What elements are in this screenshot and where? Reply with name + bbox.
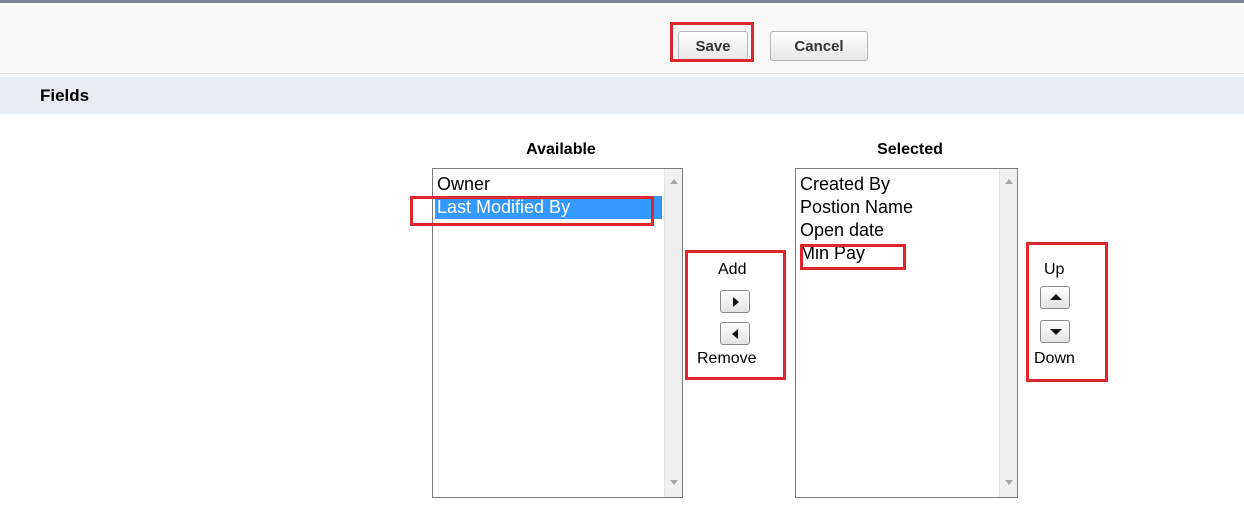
button-bar: Save Cancel [0, 3, 1244, 74]
scroll-up-arrow-icon[interactable] [1005, 179, 1013, 184]
triangle-right-icon [733, 297, 739, 307]
selected-title: Selected [877, 141, 943, 158]
scroll-up-arrow-icon[interactable] [670, 179, 678, 184]
cancel-button[interactable]: Cancel [770, 31, 868, 61]
scroll-down-arrow-icon[interactable] [1005, 480, 1013, 485]
available-scrollbar[interactable] [664, 169, 682, 497]
selected-scrollbar[interactable] [999, 169, 1017, 497]
available-title: Available [526, 141, 596, 158]
available-item-owner[interactable]: Owner [433, 173, 664, 196]
up-label: Up [1044, 261, 1065, 278]
selected-item-created-by[interactable]: Created By [796, 173, 999, 196]
triangle-down-icon [1050, 329, 1062, 335]
available-listbox[interactable]: Owner Last Modified By [432, 168, 683, 498]
down-label: Down [1034, 350, 1075, 367]
add-button[interactable] [720, 290, 750, 313]
selected-item-postion-name[interactable]: Postion Name [796, 196, 999, 219]
available-item-last-modified-by[interactable]: Last Modified By [435, 196, 662, 219]
move-down-button[interactable] [1040, 320, 1070, 343]
triangle-left-icon [732, 329, 738, 339]
selected-item-open-date[interactable]: Open date [796, 219, 999, 242]
add-label: Add [718, 261, 747, 278]
section-title: Fields [40, 86, 90, 105]
selected-listbox[interactable]: Created By Postion Name Open date Min Pa… [795, 168, 1018, 498]
fields-section-header: Fields [0, 77, 1244, 114]
remove-label: Remove [697, 350, 757, 367]
triangle-up-icon [1050, 294, 1062, 300]
selected-item-min-pay[interactable]: Min Pay [796, 242, 999, 265]
scroll-down-arrow-icon[interactable] [670, 480, 678, 485]
save-button[interactable]: Save [678, 31, 748, 61]
remove-button[interactable] [720, 322, 750, 345]
move-up-button[interactable] [1040, 286, 1070, 309]
